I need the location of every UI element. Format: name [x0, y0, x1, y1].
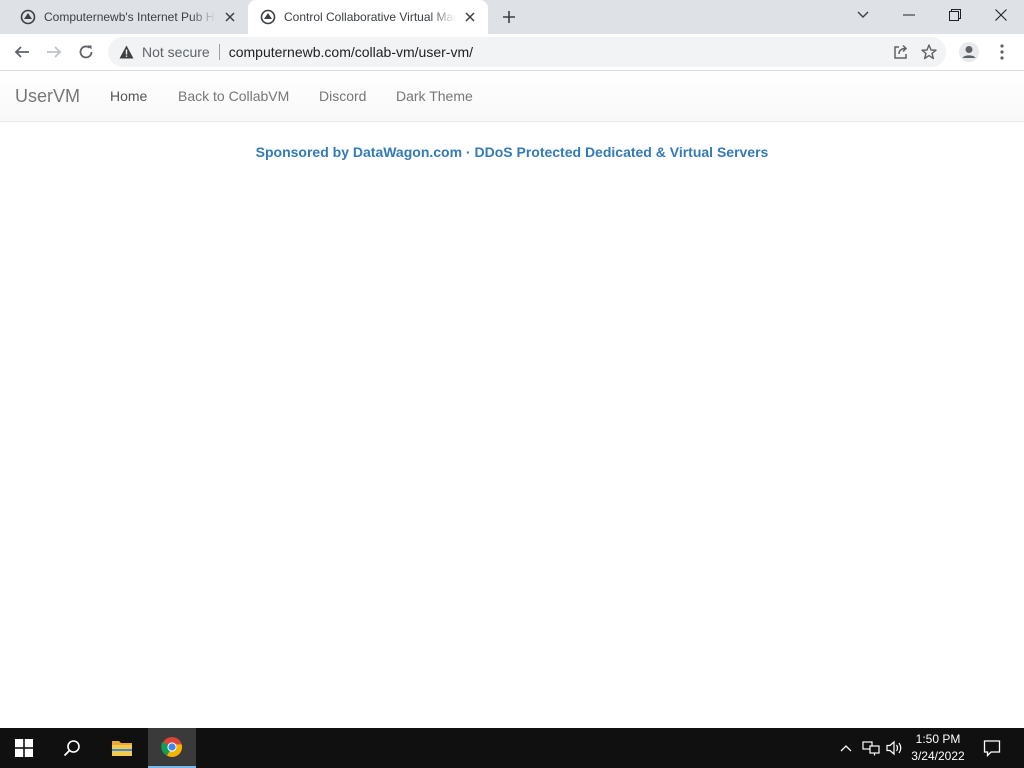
collabvm-favicon-icon: [20, 9, 36, 25]
tab-close-icon[interactable]: [460, 7, 480, 27]
start-button[interactable]: [0, 728, 48, 768]
profile-icon: [959, 42, 979, 62]
notifications-button[interactable]: [978, 728, 1006, 768]
address-separator: [218, 44, 220, 60]
search-button[interactable]: [48, 728, 96, 768]
file-explorer-icon: [112, 741, 132, 756]
sponsor-link[interactable]: Sponsored by DataWagon.com · DDoS Protec…: [0, 144, 1024, 160]
chevron-down-icon: [857, 11, 869, 18]
forward-button[interactable]: [40, 38, 68, 66]
warning-triangle-icon[interactable]: [118, 44, 134, 60]
windows-start-icon: [15, 739, 33, 757]
tab-title: Computernewb's Internet Pub Hub: [44, 10, 216, 24]
url-text[interactable]: computernewb.com/collab-vm/user-vm/: [229, 44, 473, 60]
nav-discord[interactable]: Discord: [319, 88, 366, 104]
reload-button[interactable]: [72, 38, 100, 66]
nav-back-to-collabvm[interactable]: Back to CollabVM: [178, 88, 289, 104]
tab-strip: Computernewb's Internet Pub Hub Control …: [0, 0, 1024, 34]
clock-date: 3/24/2022: [911, 749, 965, 763]
share-icon[interactable]: [892, 43, 910, 61]
tab-active[interactable]: Control Collaborative Virtual Machines: [248, 0, 488, 34]
taskbar-clock[interactable]: 1:50 PM 3/24/2022: [900, 731, 976, 765]
windows-taskbar: 1:50 PM 3/24/2022: [0, 728, 1024, 768]
network-button[interactable]: [860, 728, 882, 768]
site-brand[interactable]: UserVM: [15, 86, 80, 107]
show-hidden-icons-button[interactable]: [836, 728, 856, 768]
chrome-icon: [161, 737, 183, 758]
tab-title: Control Collaborative Virtual Machines: [284, 10, 456, 24]
browser-toolbar: Not secure computernewb.com/collab-vm/us…: [0, 34, 1024, 71]
minimize-button[interactable]: [886, 0, 932, 30]
security-label[interactable]: Not secure: [142, 44, 210, 60]
file-explorer-button[interactable]: [98, 728, 146, 768]
search-icon: [63, 740, 80, 757]
arrow-left-icon: [14, 46, 29, 58]
page-content: UserVM Home Back to CollabVM Discord Dar…: [0, 71, 1024, 728]
restore-button[interactable]: [932, 0, 978, 30]
menu-button[interactable]: [988, 38, 1016, 66]
chrome-taskbar-button[interactable]: [148, 728, 196, 768]
notifications-icon: [983, 740, 1001, 757]
tab-inactive[interactable]: Computernewb's Internet Pub Hub: [8, 0, 248, 34]
new-tab-button[interactable]: [498, 6, 520, 28]
star-icon[interactable]: [920, 43, 938, 61]
close-window-button[interactable]: [978, 0, 1024, 30]
tab-close-icon[interactable]: [220, 7, 240, 27]
kebab-menu-icon: [1000, 44, 1004, 60]
site-navbar: UserVM Home Back to CollabVM Discord Dar…: [0, 71, 1024, 122]
chevron-up-icon: [840, 745, 852, 752]
nav-home[interactable]: Home: [110, 88, 147, 104]
back-button[interactable]: [8, 38, 36, 66]
tab-search-button[interactable]: [840, 0, 886, 30]
address-bar[interactable]: Not secure computernewb.com/collab-vm/us…: [108, 37, 946, 67]
restore-icon: [949, 9, 961, 21]
profile-button[interactable]: [955, 38, 983, 66]
minimize-icon: [903, 14, 915, 16]
network-icon: [862, 741, 880, 756]
arrow-right-icon: [47, 46, 62, 58]
collabvm-favicon-icon: [260, 9, 276, 25]
nav-dark-theme[interactable]: Dark Theme: [396, 88, 473, 104]
clock-time: 1:50 PM: [915, 732, 961, 746]
close-icon: [995, 9, 1007, 21]
reload-icon: [79, 45, 93, 59]
